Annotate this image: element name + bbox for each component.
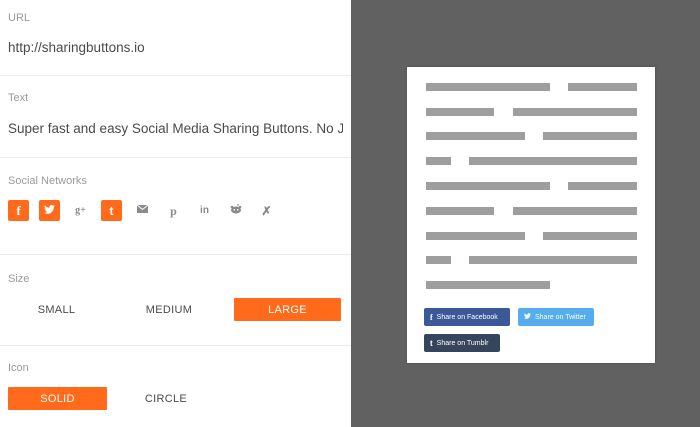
pinterest-toggle[interactable]: p bbox=[163, 200, 184, 221]
facebook-icon: f bbox=[16, 203, 21, 218]
icon-circle-option[interactable]: CIRCLE bbox=[107, 387, 225, 410]
linkedin-icon: in bbox=[200, 204, 209, 216]
tumblr-icon: t bbox=[430, 338, 433, 348]
size-section: Size SMALL MEDIUM LARGE bbox=[0, 255, 351, 346]
linkedin-toggle[interactable]: in bbox=[194, 200, 215, 221]
tumblr-toggle[interactable]: t bbox=[101, 200, 122, 221]
twitter-icon bbox=[44, 204, 55, 217]
url-input[interactable]: http://sharingbuttons.io bbox=[8, 40, 343, 55]
social-networks-section: Social Networks f g+ t p in ✗ bbox=[0, 158, 351, 255]
tumblr-icon: t bbox=[109, 203, 114, 218]
size-large-option[interactable]: LARGE bbox=[234, 298, 341, 321]
text-placeholder-line bbox=[513, 207, 637, 215]
share-on-facebook-button[interactable]: f Share on Facebook bbox=[424, 308, 510, 326]
twitter-toggle[interactable] bbox=[39, 200, 60, 221]
twitter-icon bbox=[524, 313, 531, 321]
text-placeholder-line bbox=[513, 108, 637, 116]
pinterest-icon: p bbox=[170, 203, 177, 218]
share-on-twitter-label: Share on Twitter bbox=[535, 313, 586, 321]
email-icon bbox=[136, 204, 149, 216]
network-toggle-row: f g+ t p in ✗ bbox=[8, 200, 351, 221]
icon-label: Icon bbox=[8, 362, 29, 374]
share-on-twitter-button[interactable]: Share on Twitter bbox=[518, 308, 594, 326]
share-on-facebook-label: Share on Facebook bbox=[436, 313, 498, 321]
icon-solid-option[interactable]: SOLID bbox=[8, 387, 107, 410]
text-placeholder-line bbox=[426, 207, 494, 215]
share-on-tumblr-label: Share on Tumblr bbox=[436, 339, 489, 347]
settings-panel: URL http://sharingbuttons.io Text Super … bbox=[0, 0, 351, 427]
email-toggle[interactable] bbox=[132, 200, 153, 221]
text-placeholder-line bbox=[426, 281, 550, 289]
size-medium-option[interactable]: MEDIUM bbox=[115, 298, 223, 321]
facebook-toggle[interactable]: f bbox=[8, 200, 29, 221]
reddit-icon bbox=[230, 204, 242, 217]
text-placeholder-line bbox=[568, 83, 637, 91]
size-options: SMALL MEDIUM LARGE bbox=[8, 298, 351, 321]
social-networks-label: Social Networks bbox=[8, 175, 87, 187]
size-label: Size bbox=[8, 273, 30, 285]
google-plus-icon: g+ bbox=[75, 204, 86, 216]
text-input[interactable]: Super fast and easy Social Media Sharing… bbox=[8, 121, 343, 136]
url-section: URL http://sharingbuttons.io bbox=[0, 0, 351, 76]
text-placeholder-line bbox=[469, 256, 637, 264]
google-plus-toggle[interactable]: g+ bbox=[70, 200, 91, 221]
text-placeholder-line bbox=[426, 83, 550, 91]
text-placeholder-line bbox=[543, 132, 637, 140]
text-section: Text Super fast and easy Social Media Sh… bbox=[0, 76, 351, 158]
text-placeholder-line bbox=[568, 182, 637, 190]
url-label: URL bbox=[8, 12, 31, 24]
text-placeholder-line bbox=[469, 157, 637, 165]
xing-toggle[interactable]: ✗ bbox=[256, 200, 277, 221]
text-placeholder-line bbox=[426, 108, 494, 116]
preview-card: f Share on Facebook Share on Twitter t S… bbox=[407, 67, 655, 363]
text-placeholder-line bbox=[426, 256, 451, 264]
text-label: Text bbox=[8, 92, 29, 104]
size-small-option[interactable]: SMALL bbox=[8, 298, 105, 321]
share-on-tumblr-button[interactable]: t Share on Tumblr bbox=[424, 334, 500, 352]
text-placeholder-line bbox=[426, 232, 525, 240]
text-placeholder-line bbox=[426, 157, 451, 165]
icon-section: Icon SOLID CIRCLE bbox=[0, 346, 351, 427]
text-placeholder-line bbox=[426, 182, 550, 190]
facebook-icon: f bbox=[430, 312, 433, 322]
text-placeholder-line bbox=[426, 132, 525, 140]
text-placeholder-line bbox=[543, 232, 637, 240]
reddit-toggle[interactable] bbox=[225, 200, 246, 221]
icon-options: SOLID CIRCLE bbox=[8, 387, 351, 410]
xing-icon: ✗ bbox=[261, 203, 272, 218]
